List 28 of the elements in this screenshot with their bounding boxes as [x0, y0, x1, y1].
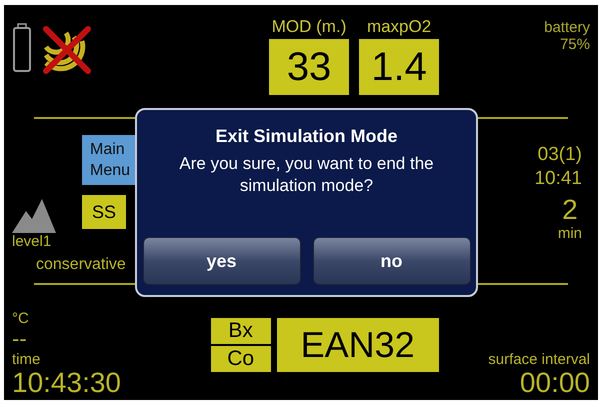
gas-mix: EAN32	[276, 318, 439, 372]
limit-label: maxpO2	[366, 17, 432, 37]
battery-label: battery	[544, 19, 590, 36]
temperature-unit: °C	[12, 310, 30, 327]
battery-icon	[12, 23, 32, 73]
dialog-button[interactable]: no	[312, 237, 470, 285]
altitude-level: level1	[12, 233, 52, 250]
mountain-icon	[12, 197, 56, 233]
gas-mode-bottom: Co	[210, 346, 271, 372]
limit-value: 33	[269, 39, 350, 95]
battery-value: 75%	[560, 36, 590, 53]
time-value: 10:43:30	[12, 368, 121, 398]
surface-interval-label: surface interval	[488, 351, 590, 368]
surface-interval-value: 00:00	[520, 368, 590, 398]
limit-label: MOD (m.)	[272, 17, 346, 37]
gas-mode-top: Bx	[210, 318, 271, 344]
time-label: time	[12, 351, 42, 368]
duration-unit: min	[558, 225, 582, 242]
crossed-signal-icon	[42, 23, 94, 75]
last-dive-number: 03(1)	[538, 143, 582, 167]
last-dive-duration: 2	[562, 195, 578, 225]
last-dive-time: 10:41	[534, 167, 582, 191]
gradient-badge: SS	[82, 195, 126, 229]
temperature-value: --	[12, 327, 28, 351]
gradient-label: conservative	[36, 256, 127, 274]
dialog-title: Exit Simulation Mode	[215, 126, 398, 147]
dialog-button[interactable]: yes	[142, 237, 300, 285]
limit-value: 1.4	[359, 39, 440, 95]
